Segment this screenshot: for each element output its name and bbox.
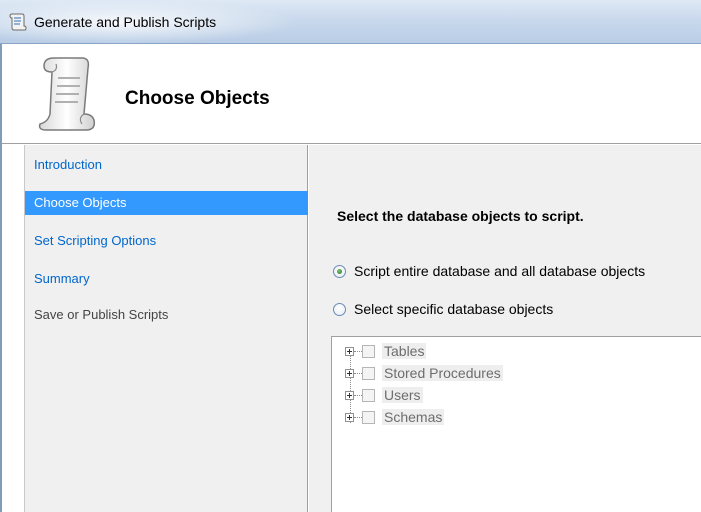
script-app-icon: [9, 13, 27, 31]
option-specific-objects[interactable]: Select specific database objects: [333, 299, 553, 319]
expand-plus-icon[interactable]: [345, 368, 354, 378]
tree-item-label: Stored Procedures: [382, 365, 503, 381]
stored-procedures-checkbox[interactable]: [362, 366, 375, 380]
tree-item-tables[interactable]: Tables: [345, 341, 427, 361]
expand-plus-icon[interactable]: [345, 390, 354, 400]
tree-item-label: Tables: [382, 343, 427, 359]
sidebar-item-save-or-publish-scripts: Save or Publish Scripts: [34, 307, 169, 322]
tree-connector: [354, 394, 362, 396]
wizard-header: Choose Objects: [0, 44, 701, 144]
radio-unchecked-icon[interactable]: [333, 302, 346, 316]
window-title: Generate and Publish Scripts: [34, 14, 217, 30]
page-title: Choose Objects: [125, 88, 270, 109]
tree-item-users[interactable]: Users: [345, 385, 423, 405]
sidebar-item-choose-objects[interactable]: Choose Objects: [25, 191, 308, 215]
option-specific-objects-label: Select specific database objects: [354, 301, 554, 317]
schemas-checkbox[interactable]: [362, 410, 375, 424]
tree-connector: [354, 350, 362, 352]
main-content: Select the database objects to script. S…: [309, 145, 701, 512]
sidebar-item-introduction[interactable]: Introduction: [25, 153, 308, 177]
radio-checked-icon[interactable]: [333, 264, 346, 278]
sidebar-item-summary[interactable]: Summary: [25, 267, 308, 291]
wizard-sidebar: Introduction Choose Objects Set Scriptin…: [24, 145, 308, 512]
tree-item-schemas[interactable]: Schemas: [345, 407, 445, 427]
object-tree[interactable]: Tables Stored Procedures Users Schemas: [331, 336, 701, 512]
tree-item-label: Schemas: [382, 409, 445, 425]
expand-plus-icon[interactable]: [345, 346, 354, 356]
section-heading: Select the database objects to script.: [337, 208, 584, 224]
option-entire-database[interactable]: Script entire database and all database …: [333, 261, 645, 281]
window-titlebar[interactable]: Generate and Publish Scripts: [0, 0, 701, 44]
tables-checkbox[interactable]: [362, 344, 375, 358]
option-entire-database-label: Script entire database and all database …: [354, 263, 646, 279]
expand-plus-icon[interactable]: [345, 412, 354, 422]
tree-item-stored-procedures[interactable]: Stored Procedures: [345, 363, 503, 383]
tree-connector: [354, 416, 362, 418]
tree-connector: [354, 372, 362, 374]
sidebar-item-set-scripting-options[interactable]: Set Scripting Options: [25, 229, 308, 253]
users-checkbox[interactable]: [362, 388, 375, 402]
window-left-border: [0, 44, 2, 512]
script-scroll-icon: [38, 57, 96, 131]
tree-item-label: Users: [382, 387, 423, 403]
